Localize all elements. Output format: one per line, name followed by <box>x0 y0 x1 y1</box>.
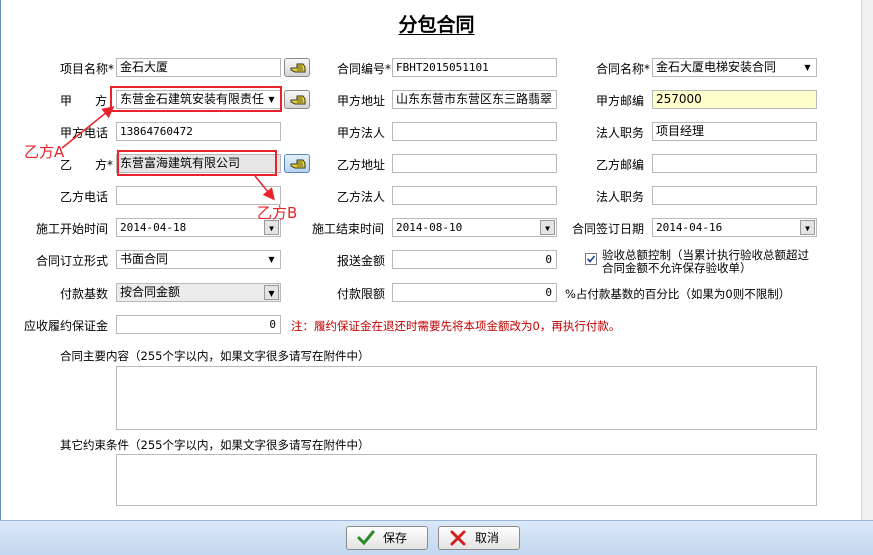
sign-date-picker[interactable]: 2014-04-16 ▼ <box>652 218 817 237</box>
cancel-button[interactable]: 取消 <box>438 526 520 550</box>
chevron-down-icon[interactable]: ▼ <box>800 220 815 235</box>
annotation-label-b: 乙方B <box>257 204 298 222</box>
contract-form-label: 合同订立形式 <box>36 254 109 268</box>
pay-base-value: 按合同金额 <box>120 285 181 299</box>
contract-name-label: 合同名称* <box>596 62 651 76</box>
end-date-label: 施工结束时间 <box>312 222 385 236</box>
party-a-picker-button[interactable] <box>284 90 310 109</box>
hand-pointer-icon <box>290 63 306 73</box>
chevron-down-icon[interactable]: ▼ <box>800 60 815 75</box>
sign-date-label: 合同签订日期 <box>572 222 645 236</box>
party-a-zip-field[interactable]: 257000 <box>652 90 817 109</box>
party-a-legal-title-label: 法人职务 <box>596 126 645 140</box>
acceptance-control-label-2: 合同金额不允许保存验收单） <box>602 261 752 275</box>
party-a-label-2: 方 <box>95 94 108 108</box>
contract-name-value: 金石大厦电梯安装合同 <box>656 60 777 74</box>
checkmark-icon <box>586 255 596 263</box>
party-a-legal-title-field[interactable]: 项目经理 <box>652 122 817 141</box>
pay-limit-field[interactable]: 0 <box>392 283 557 302</box>
party-a-phone-field[interactable]: 13864760472 <box>116 122 281 141</box>
annotation-box-party-b <box>117 150 277 176</box>
vertical-scrollbar[interactable] <box>861 0 873 520</box>
pay-base-select[interactable]: 按合同金额 ▼ <box>116 283 281 302</box>
party-b-legal-title-field[interactable] <box>652 186 817 205</box>
contract-form-select[interactable]: 书面合同 ▼ <box>116 250 281 269</box>
party-b-zip-label: 乙方邮编 <box>596 158 645 172</box>
report-amount-field[interactable]: 0 <box>392 250 557 269</box>
party-b-zip-field[interactable] <box>652 154 817 173</box>
contract-name-select[interactable]: 金石大厦电梯安装合同 ▼ <box>652 58 817 77</box>
footer-bar <box>0 520 873 555</box>
form-title: 分包合同 <box>0 10 873 37</box>
party-b-legal-title-label: 法人职务 <box>596 190 645 204</box>
deposit-field[interactable]: 0 <box>116 315 281 334</box>
party-b-phone-label: 乙方电话 <box>60 190 109 204</box>
end-date-picker[interactable]: 2014-08-10 ▼ <box>392 218 557 237</box>
chevron-down-icon[interactable]: ▼ <box>540 220 555 235</box>
deposit-note: 注：履约保证金在退还时需要先将本项金额改为0，再执行付款。 <box>291 319 621 333</box>
party-a-legal-label: 甲方法人 <box>337 126 386 140</box>
party-b-legal-field[interactable] <box>392 186 557 205</box>
party-a-address-label: 甲方地址 <box>337 94 386 108</box>
main-content-textarea[interactable] <box>116 366 817 430</box>
hand-pointer-icon <box>290 95 306 105</box>
acceptance-control-checkbox[interactable] <box>585 253 597 265</box>
party-b-picker-button[interactable] <box>284 154 310 173</box>
hand-pointer-icon <box>290 159 306 169</box>
deposit-label: 应收履约保证金 <box>24 319 109 333</box>
other-terms-textarea[interactable] <box>116 454 817 506</box>
x-icon <box>450 530 466 546</box>
pay-limit-note: %占付款基数的百分比（如果为0则不限制） <box>565 287 791 301</box>
save-button[interactable]: 保存 <box>346 526 428 550</box>
start-date-label: 施工开始时间 <box>36 222 109 236</box>
project-name-field[interactable]: 金石大厦 <box>116 58 281 77</box>
contract-no-field[interactable]: FBHT2015051101 <box>392 58 557 77</box>
annotation-label-a: 乙方A <box>24 143 65 161</box>
cancel-button-label: 取消 <box>475 531 500 545</box>
contract-no-label: 合同编号* <box>337 62 392 76</box>
checkmark-icon <box>357 530 375 546</box>
main-content-label: 合同主要内容（255个字以内，如果文字很多请写在附件中） <box>60 349 370 363</box>
form-title-text: 分包合同 <box>398 14 475 36</box>
pay-limit-label: 付款限额 <box>337 287 386 301</box>
party-a-address-field[interactable]: 山东东营市东营区东三路翡翠 <box>392 90 557 109</box>
sign-date-value: 2014-04-16 <box>656 221 723 234</box>
party-b-label-2: 方* <box>95 158 114 172</box>
annotation-box-party-a <box>110 86 282 112</box>
end-date-value: 2014-08-10 <box>396 221 463 234</box>
party-b-address-label: 乙方地址 <box>337 158 386 172</box>
other-terms-label: 其它约束条件（255个字以内，如果文字很多请写在附件中） <box>60 438 370 452</box>
project-name-label: 项目名称* <box>60 62 115 76</box>
start-date-value: 2014-04-18 <box>120 221 187 234</box>
party-b-address-field[interactable] <box>392 154 557 173</box>
party-b-legal-label: 乙方法人 <box>337 190 386 204</box>
chevron-down-icon[interactable]: ▼ <box>264 252 279 267</box>
party-a-label-1: 甲 <box>60 94 73 108</box>
project-picker-button[interactable] <box>284 58 310 77</box>
pay-base-label: 付款基数 <box>60 287 109 301</box>
party-a-phone-label: 甲方电话 <box>60 126 109 140</box>
contract-form-value: 书面合同 <box>120 252 169 266</box>
save-button-label: 保存 <box>383 531 408 545</box>
party-a-zip-label: 甲方邮编 <box>596 94 645 108</box>
chevron-down-icon[interactable]: ▼ <box>264 285 279 300</box>
party-a-legal-field[interactable] <box>392 122 557 141</box>
report-amount-label: 报送金额 <box>337 254 386 268</box>
